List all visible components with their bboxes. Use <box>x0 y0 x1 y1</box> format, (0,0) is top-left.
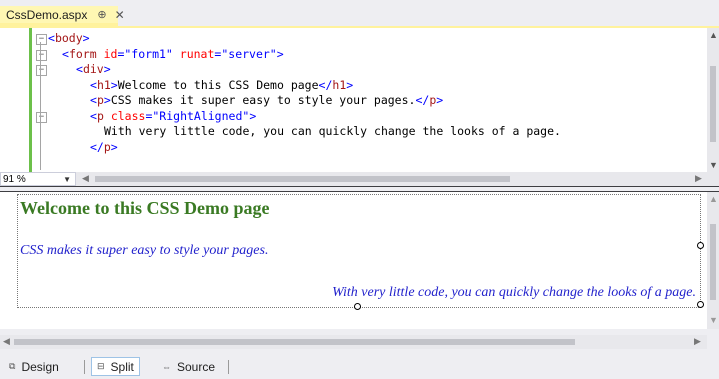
fold-guide-line <box>40 42 41 170</box>
tab-source[interactable]: ⇔ Source <box>157 357 220 376</box>
view-switcher: ⧉ Design ⊟ Split ⇔ Source <box>0 354 719 379</box>
scroll-up-icon[interactable]: ▲ <box>709 30 718 40</box>
design-vertical-scrollbar[interactable]: ▲ ▼ <box>707 192 719 329</box>
pin-icon[interactable]: ⊕ <box>97 8 106 21</box>
tab-split[interactable]: ⊟ Split <box>91 357 140 376</box>
split-view-icon: ⊟ <box>97 361 105 371</box>
separator <box>228 360 229 374</box>
source-vertical-scrollbar[interactable]: ▲ ▼ <box>707 28 719 172</box>
code-area[interactable]: <body> − <form id="form1" runat="server"> −… <box>0 28 707 172</box>
separator <box>84 360 85 374</box>
design-horizontal-scrollbar[interactable]: ◀ ▶ <box>0 335 707 349</box>
chevron-down-icon[interactable]: ▼ <box>63 175 71 184</box>
code-line[interactable]: <form id="form1" runat="server"> <box>62 47 284 63</box>
scroll-down-icon[interactable]: ▼ <box>709 160 718 170</box>
zoom-value: 91 % <box>3 173 26 185</box>
source-editor[interactable]: <body> − <form id="form1" runat="server"> −… <box>0 28 707 172</box>
document-tab[interactable]: CssDemo.aspx ⊕ ✕ <box>0 6 125 26</box>
source-horizontal-scroll-thumb[interactable] <box>95 176 510 182</box>
tab-design[interactable]: ⧉ Design <box>4 357 64 376</box>
collapse-icon[interactable]: − <box>36 34 47 45</box>
source-view-icon: ⇔ <box>162 361 171 372</box>
code-line[interactable]: <p>CSS makes it super easy to style your… <box>90 93 443 109</box>
scroll-left-icon[interactable]: ◀ <box>82 173 89 184</box>
code-line[interactable]: <div> <box>76 62 111 78</box>
code-line[interactable]: <p class="RightAligned"> <box>90 109 256 125</box>
zoom-bar: 91 % ▼ ◀ ▶ <box>0 172 719 186</box>
scroll-left-icon[interactable]: ◀ <box>3 336 10 347</box>
scroll-right-icon[interactable]: ▶ <box>694 336 701 347</box>
design-paragraph-2[interactable]: With very little code, you can quickly c… <box>332 285 696 301</box>
code-line[interactable]: <h1>Welcome to this CSS Demo page</h1> <box>90 78 353 94</box>
close-icon[interactable]: ✕ <box>115 8 125 22</box>
design-vertical-scroll-thumb[interactable] <box>710 224 716 300</box>
code-line[interactable]: With very little code, you can quickly c… <box>104 124 561 140</box>
source-vertical-scroll-thumb[interactable] <box>710 66 716 142</box>
collapse-icon[interactable]: − <box>36 65 47 76</box>
resize-handle[interactable] <box>697 242 704 249</box>
code-line[interactable]: </p> <box>90 140 118 156</box>
design-heading[interactable]: Welcome to this CSS Demo page <box>20 198 269 219</box>
scroll-down-icon[interactable]: ▼ <box>709 315 718 325</box>
tab-source-label: Source <box>177 359 216 374</box>
design-horizontal-scroll-thumb[interactable] <box>14 339 575 345</box>
design-paragraph-1[interactable]: CSS makes it super easy to style your pa… <box>20 243 268 259</box>
scroll-right-icon[interactable]: ▶ <box>695 173 702 184</box>
scroll-up-icon[interactable]: ▲ <box>709 194 718 204</box>
tab-split-label: Split <box>110 359 134 374</box>
resize-handle[interactable] <box>697 301 704 308</box>
zoom-select[interactable]: 91 % ▼ <box>0 172 76 186</box>
code-line[interactable]: <body> <box>48 31 90 47</box>
collapse-icon[interactable]: − <box>36 111 47 123</box>
tab-design-label: Design <box>21 359 59 374</box>
collapse-icon[interactable]: − <box>36 49 47 61</box>
design-view-icon: ⧉ <box>9 361 16 371</box>
document-tab-title: CssDemo.aspx <box>6 7 88 22</box>
document-tab-strip: CssDemo.aspx ⊕ ✕ <box>0 0 719 26</box>
design-surface[interactable]: Welcome to this CSS Demo page CSS makes … <box>0 192 707 329</box>
resize-handle[interactable] <box>354 303 361 310</box>
